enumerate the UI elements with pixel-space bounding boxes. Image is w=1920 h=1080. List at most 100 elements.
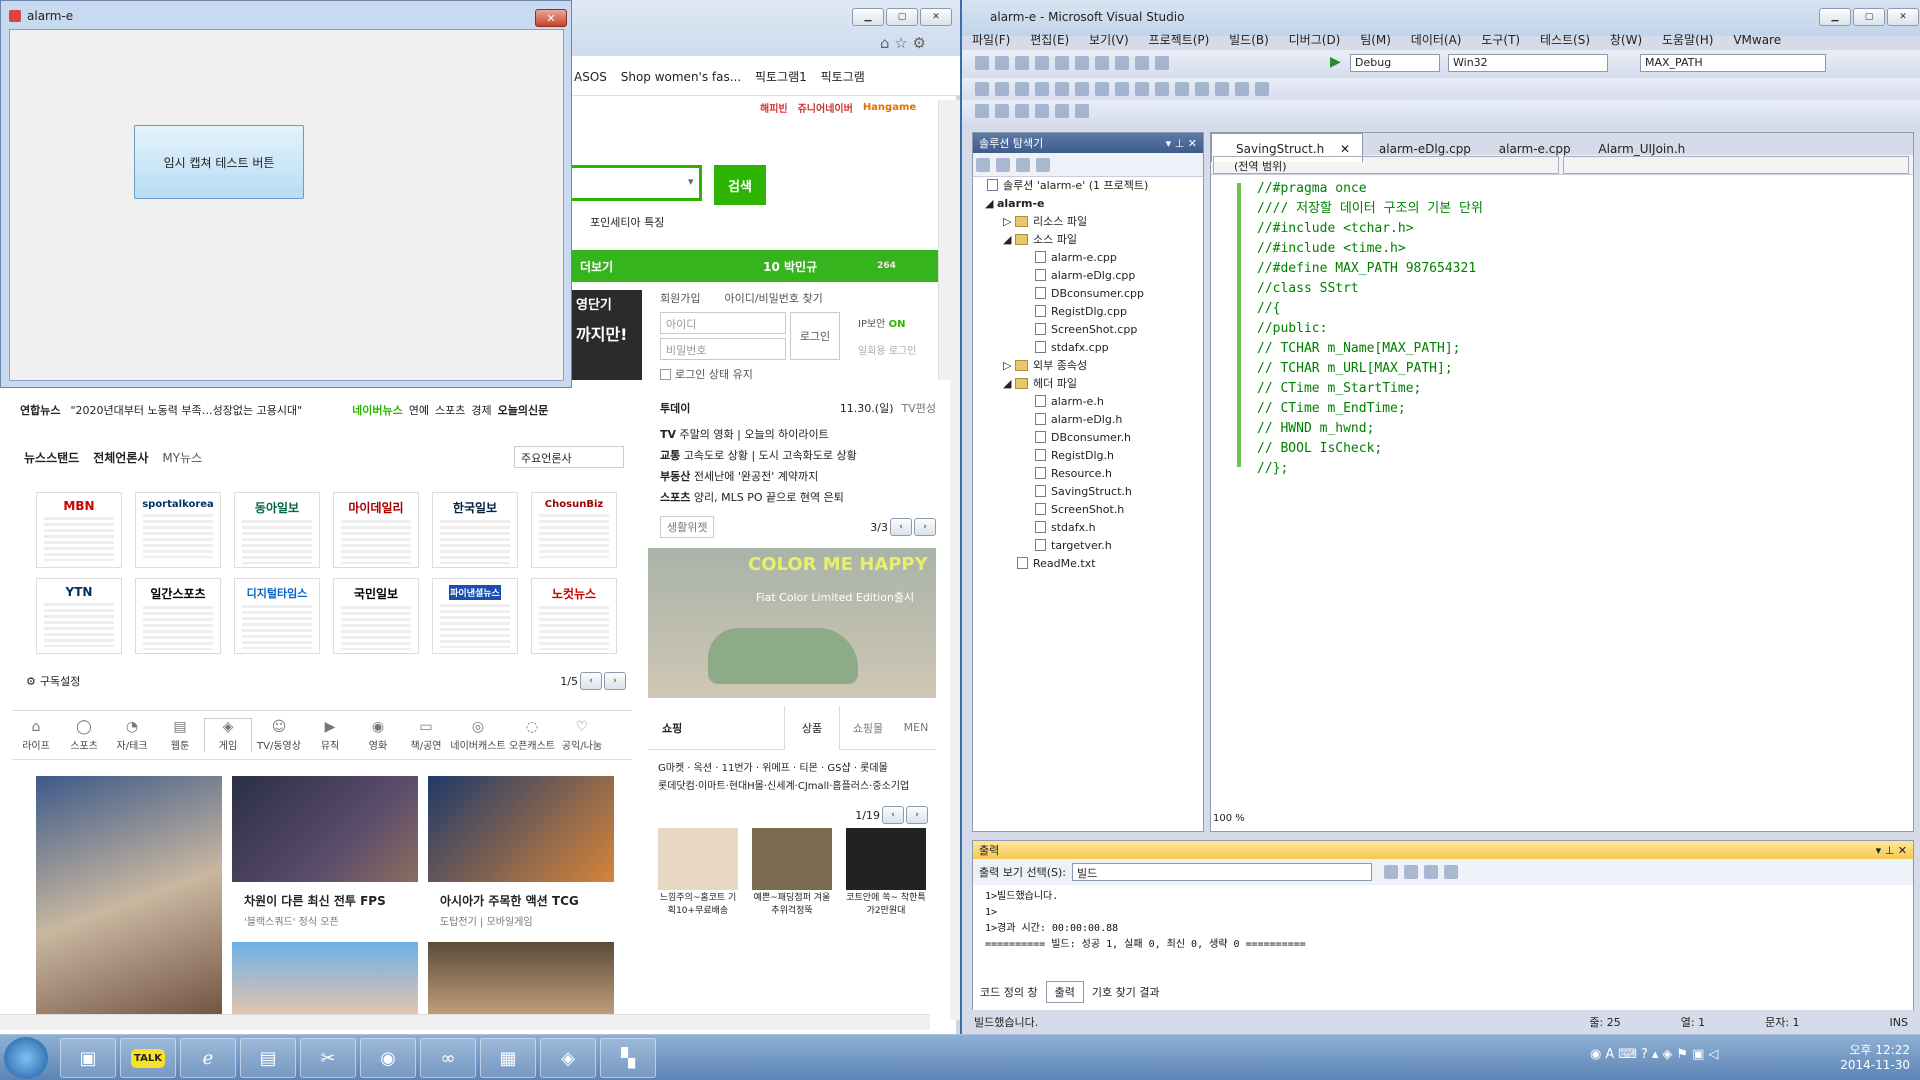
menu-project[interactable]: 프로젝트(P): [1149, 33, 1210, 47]
menu-data[interactable]: 데이터(A): [1411, 33, 1462, 47]
output-select[interactable]: 빌드: [1071, 863, 1372, 881]
mall-links[interactable]: G마켓 · 옥션 · 11번가 · 위메프 · 티몬 · GS샵 · 롯데몰: [658, 760, 936, 778]
link-junior[interactable]: 쥬니어네이버: [798, 100, 853, 115]
today-row-value[interactable]: 고속도로 상황 | 도시 고속화도로 상황: [684, 449, 857, 462]
menu-team[interactable]: 팀(M): [1360, 33, 1391, 47]
menu-window[interactable]: 창(W): [1610, 33, 1642, 47]
tab-output[interactable]: 출력: [1045, 981, 1084, 1003]
tree-file[interactable]: DBconsumer.cpp: [977, 285, 1203, 303]
link-hangame[interactable]: Hangame: [863, 102, 916, 113]
press-logo[interactable]: 동아일보: [234, 492, 320, 568]
tab-men[interactable]: MEN: [896, 721, 936, 734]
game-image[interactable]: [232, 942, 418, 1022]
start-button[interactable]: [4, 1037, 48, 1079]
tab-malls[interactable]: 쇼핑몰: [840, 720, 896, 736]
tab-all-press[interactable]: 전체언론사: [93, 449, 148, 466]
nav-navercast[interactable]: ◎ 네이버캐스트: [450, 719, 506, 752]
close-button[interactable]: ✕: [920, 8, 952, 26]
tree-solution[interactable]: 솔루션 'alarm-e' (1 프로젝트): [977, 177, 1203, 195]
prev-page-button[interactable]: ‹: [882, 806, 904, 824]
prev-page-button[interactable]: ‹: [890, 518, 912, 536]
life-widget-button[interactable]: 생활위젯: [660, 516, 715, 538]
tab-newsstand[interactable]: 뉴스스탠드: [24, 449, 79, 466]
tree-file[interactable]: SavingStruct.h: [977, 483, 1203, 501]
alarm-e-task-icon[interactable]: ▚: [600, 1038, 656, 1078]
tree-file[interactable]: ScreenShot.h: [977, 501, 1203, 519]
menu-edit[interactable]: 편집(E): [1030, 33, 1069, 47]
favorite-asos[interactable]: ASOS: [574, 70, 607, 84]
tree-folder[interactable]: ▷ 외부 종속성: [977, 357, 1203, 375]
app-icon[interactable]: ▦: [480, 1038, 536, 1078]
nav-opencast[interactable]: ◌ 오픈캐스트: [506, 719, 558, 752]
pin-close-icons[interactable]: ▾ ⊥ ✕: [1166, 137, 1197, 150]
find-account-link[interactable]: 아이디/비밀번호 찾기: [724, 290, 822, 306]
today-row-value[interactable]: 전세난에 '완공전' 계약까지: [694, 470, 818, 483]
nav-music[interactable]: ▶ 뮤직: [306, 719, 354, 752]
nav-book[interactable]: ▭ 책/공연: [402, 719, 450, 752]
news-link-today[interactable]: 오늘의신문: [498, 402, 549, 418]
game-card[interactable]: 차원이 다른 최신 전투 FPS '블랙스쿼드' 정식 오픈: [232, 776, 418, 928]
tree-file[interactable]: alarm-eDlg.cpp: [977, 267, 1203, 285]
toolbar-icons[interactable]: [972, 104, 1092, 121]
tab-code-definition[interactable]: 코드 정의 창: [972, 982, 1046, 1002]
tree-folder[interactable]: ◢ 소스 파일: [977, 231, 1203, 249]
nav-game[interactable]: ◈ 게임: [204, 718, 252, 752]
tv-schedule-link[interactable]: TV편성: [902, 400, 936, 416]
output-text[interactable]: 1>빌드했습니다. 1> 1>경과 시간: 00:00:00.88 ======…: [973, 885, 1913, 957]
ad-banner[interactable]: 영단기 까지만!: [570, 290, 642, 386]
search-suggestion[interactable]: 포인세티아 특징: [590, 214, 664, 230]
press-logo[interactable]: 일간스포츠: [135, 578, 221, 654]
naver-news-link[interactable]: 네이버뉴스: [352, 402, 403, 418]
game-image[interactable]: [428, 942, 614, 1022]
favorite-pictogram1[interactable]: 픽토그램1: [755, 70, 807, 84]
press-logo[interactable]: 마이데일리: [333, 492, 419, 568]
tray-icons[interactable]: ◉A⌨?▴◈⚑▣◁: [1590, 1047, 1722, 1062]
join-link[interactable]: 회원가입: [660, 290, 700, 306]
menu-file[interactable]: 파일(F): [972, 33, 1010, 47]
eclipse-icon[interactable]: ◉: [360, 1038, 416, 1078]
subscribe-settings[interactable]: 구독설정: [40, 673, 80, 689]
tree-file[interactable]: alarm-e.cpp: [977, 249, 1203, 267]
minimize-button[interactable]: ▁: [852, 8, 884, 26]
maximize-button[interactable]: ▢: [1853, 8, 1885, 26]
tree-file[interactable]: stdafx.h: [977, 519, 1203, 537]
menu-build[interactable]: 빌드(B): [1229, 33, 1269, 47]
tree-file[interactable]: RegistDlg.h: [977, 447, 1203, 465]
tree-file[interactable]: targetver.h: [977, 537, 1203, 555]
game-card[interactable]: 아시아가 주목한 액션 TCG 도탑전기 | 모바일게임: [428, 776, 614, 928]
tree-file[interactable]: RegistDlg.cpp: [977, 303, 1203, 321]
find-combo[interactable]: MAX_PATH: [1640, 54, 1826, 72]
minimize-button[interactable]: ▁: [1819, 8, 1851, 26]
home-star-gear-icons[interactable]: ⌂ ☆ ⚙: [880, 34, 926, 52]
more-link[interactable]: 더보기: [580, 258, 613, 275]
shopping-item[interactable]: 코트안에 쏙~ 착한특가2만원대: [846, 828, 926, 916]
scope-dropdown[interactable]: (전역 범위): [1213, 155, 1559, 174]
code-area[interactable]: //#pragma once //// 저장할 데이터 구조의 기본 단위 //…: [1211, 175, 1913, 815]
menu-help[interactable]: 도움말(H): [1662, 33, 1714, 47]
nav-life[interactable]: ⌂ 라이프: [12, 719, 60, 752]
tree-project[interactable]: ◢ alarm-e: [977, 195, 1203, 213]
nav-tv[interactable]: ☺ TV/동영상: [252, 719, 306, 752]
favorite-pictogram[interactable]: 픽토그램: [821, 70, 865, 84]
internet-explorer-icon[interactable]: ℯ: [180, 1038, 236, 1078]
news-link-economy[interactable]: 경제: [471, 402, 491, 418]
login-button[interactable]: 로그인: [790, 312, 840, 360]
onetime-login[interactable]: 일회용 로그인: [858, 342, 916, 357]
nav-sports[interactable]: ◯ 스포츠: [60, 719, 108, 752]
tree-file[interactable]: alarm-eDlg.h: [977, 411, 1203, 429]
press-logo[interactable]: 한국일보: [432, 492, 518, 568]
nav-movie[interactable]: ◉ 영화: [354, 719, 402, 752]
press-logo[interactable]: 국민일보: [333, 578, 419, 654]
clock[interactable]: 오후 12:22 2014-11-30: [1840, 1043, 1910, 1073]
visual-studio-icon[interactable]: ∞: [420, 1038, 476, 1078]
press-logo[interactable]: 노컷뉴스: [531, 578, 617, 654]
fiat-banner[interactable]: COLOR ME HAPPY Fiat Color Limited Editio…: [648, 548, 936, 698]
tab-find-symbol[interactable]: 기호 찾기 결과: [1084, 982, 1168, 1002]
favorite-asos-shop[interactable]: Shop women's fas...: [621, 70, 741, 84]
menu-debug[interactable]: 디버그(D): [1289, 33, 1341, 47]
next-page-button[interactable]: ›: [906, 806, 928, 824]
tree-folder[interactable]: ◢ 헤더 파일: [977, 375, 1203, 393]
nav-webtoon[interactable]: ▤ 웹툰: [156, 719, 204, 752]
next-page-button[interactable]: ›: [914, 518, 936, 536]
menu-tools[interactable]: 도구(T): [1481, 33, 1520, 47]
